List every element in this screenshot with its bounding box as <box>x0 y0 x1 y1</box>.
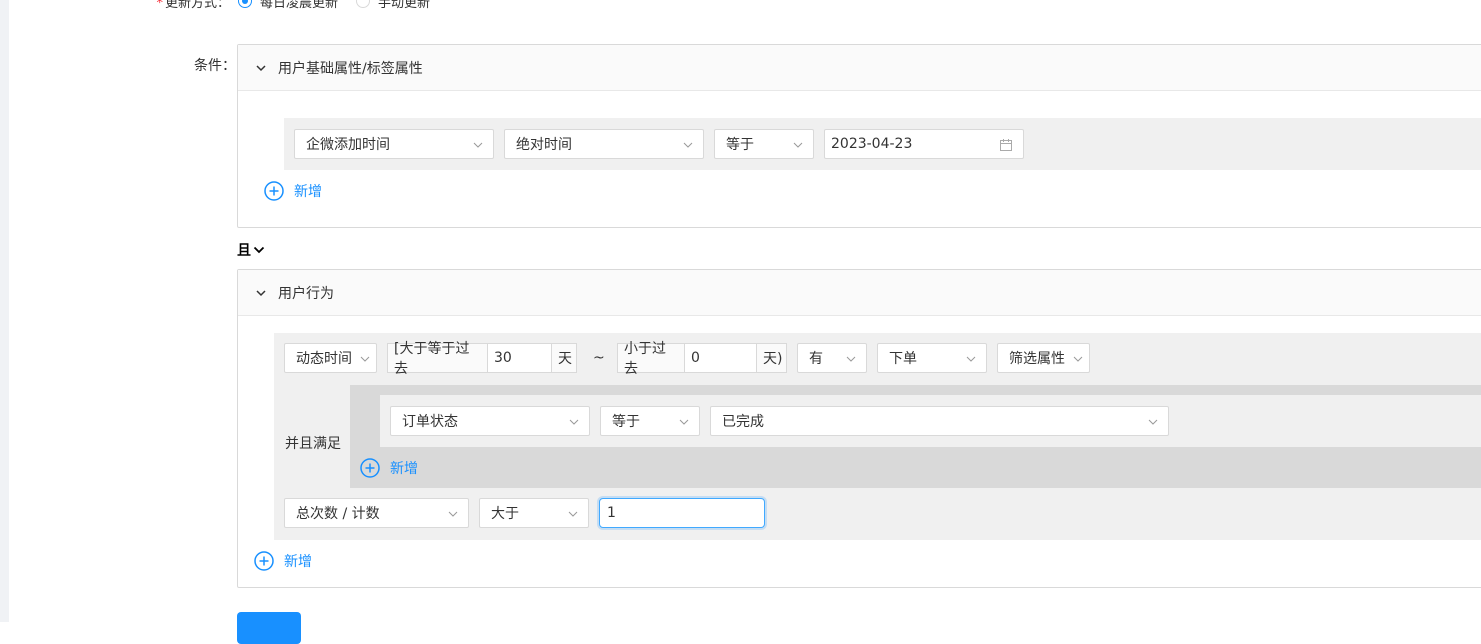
left-sidebar-edge <box>0 0 9 622</box>
basic-add-button[interactable]: 新增 <box>264 181 322 201</box>
range-separator: ~ <box>593 350 605 366</box>
chevron-down-icon <box>679 419 689 425</box>
dynamic-time-select[interactable]: 动态时间 <box>284 343 377 373</box>
radio-checked-icon <box>238 0 252 8</box>
sub-add-button[interactable]: 新增 <box>360 458 418 478</box>
logic-and-toggle[interactable]: 且 <box>237 240 265 260</box>
range-from-prefix: [大于等于过去 <box>387 341 488 377</box>
radio-daily[interactable]: 每日凌晨更新 <box>238 0 338 11</box>
has-select[interactable]: 有 <box>797 343 867 373</box>
sub-operator-select[interactable]: 等于 <box>600 406 700 436</box>
range-to-input[interactable]: 0 <box>684 343 757 373</box>
group-basic-title: 用户基础属性/标签属性 <box>278 60 423 77</box>
chevron-down-icon <box>683 142 693 148</box>
basic-field-select[interactable]: 企微添加时间 <box>294 129 494 159</box>
chevron-down-icon <box>256 64 266 71</box>
basic-date-picker[interactable]: 2023-04-23 <box>824 129 1024 159</box>
radio-manual[interactable]: 手动更新 <box>356 0 430 11</box>
range-from-unit: 天 <box>551 343 577 373</box>
chevron-down-icon <box>966 356 976 362</box>
update-mode-row: * 更新方式： 每日凌晨更新 手动更新 <box>150 0 448 11</box>
chevron-down-icon <box>256 289 266 296</box>
sub-value-select[interactable]: 已完成 <box>710 406 1169 436</box>
range-to-prefix: 小于过去 <box>617 341 685 377</box>
range-to-unit: 天) <box>756 343 787 373</box>
chevron-down-icon <box>569 419 579 425</box>
plus-circle-icon <box>360 458 380 478</box>
metric-select[interactable]: 总次数 / 计数 <box>284 498 469 528</box>
event-select[interactable]: 下单 <box>877 343 987 373</box>
group-behavior-title: 用户行为 <box>278 285 334 302</box>
basic-time-type-select[interactable]: 绝对时间 <box>504 129 704 159</box>
chevron-down-icon <box>793 142 803 148</box>
chevron-down-icon <box>473 142 483 148</box>
update-mode-label: * 更新方式： <box>156 0 230 11</box>
plus-circle-icon <box>254 551 274 571</box>
plus-circle-icon <box>264 181 284 201</box>
group-basic-header[interactable]: 用户基础属性/标签属性 <box>238 45 1481 91</box>
radio-unchecked-icon <box>356 0 371 8</box>
basic-operator-select[interactable]: 等于 <box>714 129 814 159</box>
chevron-down-icon <box>253 246 265 254</box>
chevron-down-icon <box>360 356 370 362</box>
chevron-down-icon <box>568 511 578 517</box>
and-satisfy-label: 并且满足 <box>285 436 341 452</box>
chevron-down-icon <box>448 511 458 517</box>
metric-operator-select[interactable]: 大于 <box>479 498 589 528</box>
chevron-down-icon <box>1148 419 1158 425</box>
chevron-down-icon <box>846 356 856 362</box>
calendar-icon <box>1000 139 1012 151</box>
filter-attribute-select[interactable]: 筛选属性 <box>997 343 1090 373</box>
order-status-select[interactable]: 订单状态 <box>390 406 590 436</box>
metric-value-input[interactable]: 1 <box>599 498 765 528</box>
range-from-input[interactable]: 30 <box>487 343 552 373</box>
conditions-label: 条件： <box>194 58 236 74</box>
chevron-down-icon <box>1073 356 1083 362</box>
behavior-add-button[interactable]: 新增 <box>254 551 312 571</box>
submit-button[interactable] <box>237 612 301 644</box>
group-behavior-header[interactable]: 用户行为 <box>238 270 1481 316</box>
